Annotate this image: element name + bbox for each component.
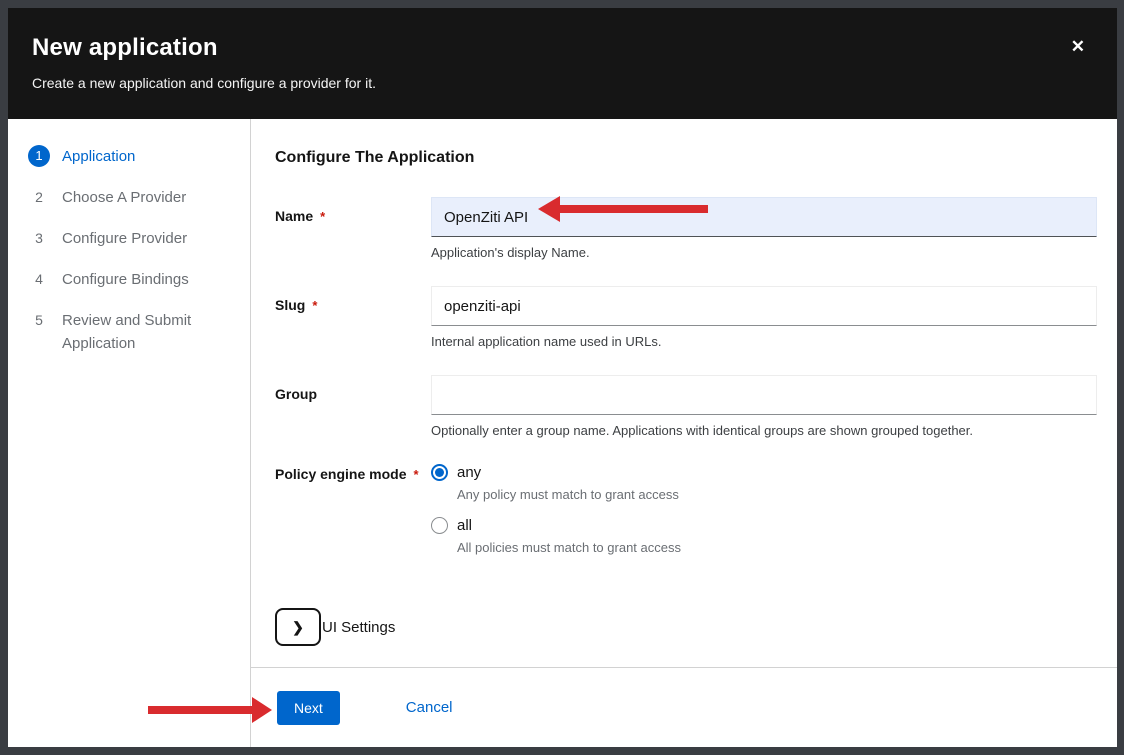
wizard-step-review-submit[interactable]: 5 Review and Submit Application (28, 309, 236, 355)
step-number: 4 (28, 268, 50, 290)
close-icon[interactable]: ✕ (1071, 38, 1085, 55)
slug-label: Slug * (275, 286, 431, 349)
modal-title: New application (32, 34, 1057, 62)
required-asterisk: * (413, 467, 418, 482)
policy-mode-all-radio[interactable]: all (431, 517, 1097, 534)
group-help-text: Optionally enter a group name. Applicati… (431, 423, 1097, 438)
radio-unchecked-icon[interactable] (431, 517, 448, 534)
policy-engine-mode-label: Policy engine mode * (275, 464, 431, 570)
group-field: Optionally enter a group name. Applicati… (431, 375, 1097, 438)
slug-label-text: Slug (275, 297, 305, 313)
policy-label-text: Policy engine mode (275, 466, 406, 482)
slug-input[interactable] (431, 286, 1097, 326)
wizard-content: Configure The Application Name * Applicat… (251, 119, 1117, 667)
step-label: Review and Submit Application (62, 309, 236, 355)
slug-field: Internal application name used in URLs. (431, 286, 1097, 349)
policy-mode-any-help: Any policy must match to grant access (457, 487, 1097, 502)
required-asterisk: * (320, 209, 325, 224)
wizard-step-configure-provider[interactable]: 3 Configure Provider (28, 227, 236, 250)
policy-mode-any-radio[interactable]: any (431, 464, 1097, 481)
wizard-step-choose-provider[interactable]: 2 Choose A Provider (28, 186, 236, 209)
wizard-step-application[interactable]: 1 Application (28, 145, 236, 168)
step-label: Configure Provider (62, 227, 187, 250)
content-heading: Configure The Application (275, 149, 1097, 167)
step-number: 5 (28, 309, 50, 331)
step-number: 3 (28, 227, 50, 249)
ui-settings-expand-button[interactable]: ❯ (275, 608, 321, 646)
wizard-footer: Next Cancel (251, 667, 1117, 747)
wizard-main: Configure The Application Name * Applicat… (251, 119, 1117, 747)
step-label: Application (62, 145, 135, 168)
wizard-steps-nav: 1 Application 2 Choose A Provider 3 Conf… (8, 119, 251, 747)
policy-engine-mode-row: Policy engine mode * any Any policy must … (275, 464, 1097, 570)
radio-checked-icon[interactable] (431, 464, 448, 481)
name-label-text: Name (275, 208, 313, 224)
ui-settings-row: ❯ UI Settings (275, 608, 1097, 646)
name-input[interactable] (431, 197, 1097, 237)
wizard-step-configure-bindings[interactable]: 4 Configure Bindings (28, 268, 236, 291)
policy-engine-mode-options: any Any policy must match to grant acces… (431, 464, 1097, 570)
modal-body: 1 Application 2 Choose A Provider 3 Conf… (8, 119, 1117, 747)
name-label: Name * (275, 197, 431, 260)
step-label: Configure Bindings (62, 268, 189, 291)
policy-mode-all-help: All policies must match to grant access (457, 540, 1097, 555)
required-asterisk: * (312, 298, 317, 313)
cancel-link[interactable]: Cancel (406, 699, 453, 716)
group-label: Group (275, 375, 431, 438)
radio-label-all: all (457, 517, 472, 534)
next-button[interactable]: Next (277, 691, 340, 725)
modal-subtitle: Create a new application and configure a… (32, 75, 1057, 91)
new-application-modal: New application Create a new application… (8, 8, 1117, 747)
slug-help-text: Internal application name used in URLs. (431, 334, 1097, 349)
step-number: 2 (28, 186, 50, 208)
group-input[interactable] (431, 375, 1097, 415)
name-field: Application's display Name. (431, 197, 1097, 260)
ui-settings-label: UI Settings (322, 619, 395, 636)
name-field-row: Name * Application's display Name. (275, 197, 1097, 260)
chevron-right-icon: ❯ (292, 619, 304, 636)
radio-label-any: any (457, 464, 481, 481)
step-label: Choose A Provider (62, 186, 186, 209)
name-help-text: Application's display Name. (431, 245, 1097, 260)
group-field-row: Group Optionally enter a group name. App… (275, 375, 1097, 438)
group-label-text: Group (275, 386, 317, 402)
slug-field-row: Slug * Internal application name used in … (275, 286, 1097, 349)
modal-header: New application Create a new application… (8, 8, 1117, 119)
step-number-badge: 1 (28, 145, 50, 167)
